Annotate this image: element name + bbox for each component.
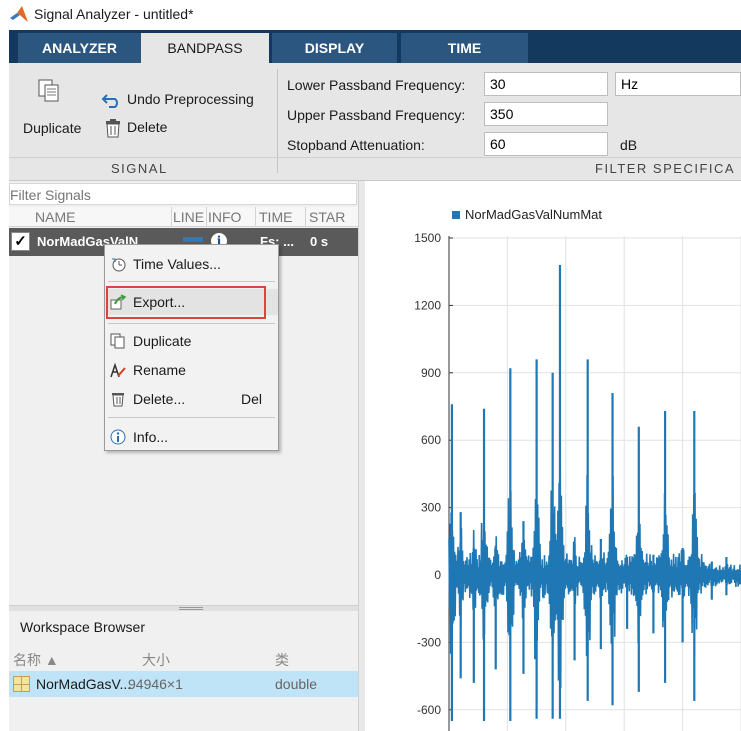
y-tick-label: 0 [434,568,441,582]
y-tick-label: 600 [421,433,441,447]
stopband-unit-label: dB [620,137,638,153]
workspace-table-header: 名称 ▲ 大小 类 [9,645,358,669]
column-divider [255,207,256,227]
y-tick-label: -300 [417,635,441,649]
ws-col-name[interactable]: 名称 ▲ [13,650,59,670]
menu-separator [108,417,275,418]
col-info[interactable]: INFO [208,209,241,225]
ws-variable-class: double [275,676,318,692]
col-time[interactable]: TIME [259,209,292,225]
column-divider [171,207,172,227]
trash-icon [112,393,124,407]
series-line [448,450,741,689]
menu-item-label: Rename [133,362,186,378]
upper-passband-label: Upper Passband Frequency: [287,107,466,123]
undo-icon [101,94,118,108]
undo-label: Undo Preprocessing [127,91,254,107]
matrix-variable-icon [13,676,30,692]
menu-item-rename[interactable]: Rename [105,357,278,383]
signal-checkbox[interactable]: ✓ [11,232,30,251]
column-divider [305,207,306,227]
clock-icon [112,258,126,272]
ribbon-panel: Duplicate Undo Preprocessing Delete SIGN… [9,63,741,181]
tab-display[interactable]: DISPLAY [272,33,397,63]
menu-item-label: Time Values... [133,256,221,272]
signal-start-cell: 0 s [310,234,329,249]
menu-item-info[interactable]: Info... [105,424,278,450]
filter-signals-input[interactable] [9,183,357,205]
context-menu: Time Values... Export... Duplicate Renam… [104,244,279,451]
lower-passband-input[interactable] [484,72,608,96]
delete-label: Delete [127,119,168,135]
duplicate-icon [38,79,59,102]
title-bar: Signal Analyzer - untitled* [0,0,741,30]
col-start[interactable]: STAR [309,209,345,225]
highlight-box [106,286,266,319]
y-tick-label: 1500 [414,231,441,245]
legend-label: NorMadGasValNumMat [465,207,602,222]
delete-shortcut: Del [240,391,262,407]
duplicate-label: Duplicate [23,120,82,136]
tab-bandpass[interactable]: BANDPASS [141,33,269,63]
signal-chart[interactable]: 1500 1200 900 600 300 0 -300 -600 NorMadGasValN… [365,181,741,731]
ws-col-class[interactable]: 类 [275,650,289,670]
rename-icon [110,362,126,378]
menu-item-label: Info... [133,429,169,445]
y-tick-label: 900 [421,366,441,380]
workspace-browser-title: Workspace Browser [20,619,146,635]
workspace-variable-row[interactable]: NorMadGasV... 94946×1 double [9,671,358,697]
ribbon-tab-bar: ANALYZER BANDPASS DISPLAY TIME [9,30,741,63]
menu-separator [108,323,275,324]
duplicate-icon [110,333,125,349]
legend-swatch [452,211,460,219]
menu-item-label: Duplicate [133,333,192,349]
menu-item-label: Delete... [133,391,186,407]
ws-variable-name: NorMadGasV... [36,676,132,692]
window-title: Signal Analyzer - untitled* [34,6,194,22]
duplicate-button[interactable]: Duplicate [19,77,82,141]
menu-item-delete[interactable]: Delete... Del [105,386,278,412]
tab-analyzer[interactable]: ANALYZER [18,33,141,63]
menu-separator [108,281,275,282]
plot-area[interactable]: 1500 1200 900 600 300 0 -300 -600 NorMadGasValN… [365,181,741,731]
splitter-grip-icon [179,607,203,610]
y-tick-label: 1200 [414,298,441,312]
upper-passband-input[interactable] [484,102,608,126]
signal-table-header: NAME LINE INFO TIME STAR [9,207,358,227]
undo-preprocessing-button[interactable]: Undo Preprocessing [101,89,271,111]
trash-icon [106,119,120,138]
stopband-attenuation-label: Stopband Attenuation: [287,137,425,153]
delete-button[interactable]: Delete [101,117,191,139]
tab-time[interactable]: TIME [401,33,528,63]
menu-item-duplicate[interactable]: Duplicate [105,328,278,354]
y-tick-label: -600 [417,703,441,717]
frequency-unit-select[interactable] [615,72,741,96]
info-icon [110,429,126,445]
y-tick-label: 300 [421,501,441,515]
filter-section-label: FILTER SPECIFICA [595,161,736,176]
stopband-attenuation-input[interactable] [484,132,608,156]
line-color-swatch[interactable] [183,237,203,242]
ws-variable-size: 94946×1 [128,676,183,692]
matlab-logo-icon [10,6,28,22]
signal-section-label: SIGNAL [111,161,168,176]
ribbon-label-divider [9,157,741,158]
panel-divider[interactable] [358,181,365,731]
menu-item-time-values[interactable]: Time Values... [105,251,278,277]
col-name[interactable]: NAME [35,209,75,225]
column-divider [206,207,207,227]
ws-col-size[interactable]: 大小 [142,650,170,670]
lower-passband-label: Lower Passband Frequency: [287,77,466,93]
col-line[interactable]: LINE [173,209,204,225]
